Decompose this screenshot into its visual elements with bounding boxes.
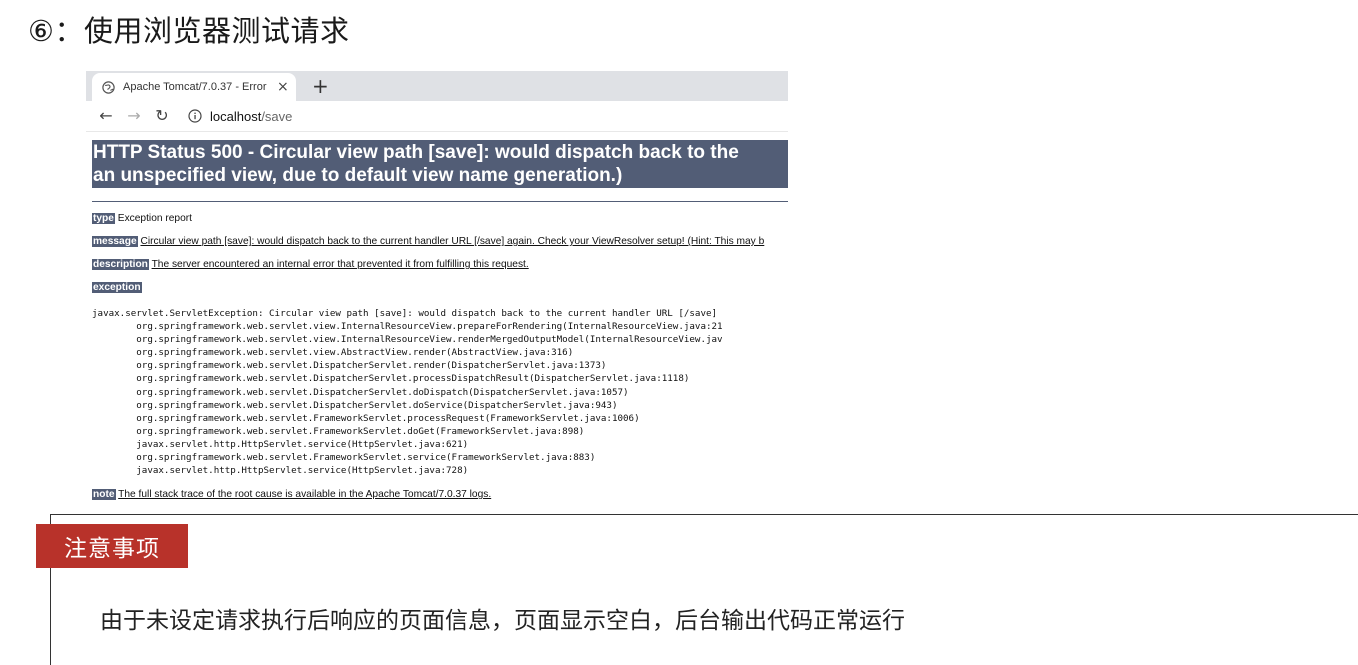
message-row: message Circular view path [save]: would… <box>92 235 788 249</box>
reload-icon[interactable]: ↻ <box>154 108 170 124</box>
error-heading-line2: an unspecified view, due to default view… <box>93 165 623 186</box>
note-row: note The full stack trace of the root ca… <box>92 488 788 502</box>
browser-tab[interactable]: Apache Tomcat/7.0.37 - Error × <box>92 73 296 101</box>
note-label: note <box>92 489 116 501</box>
error-heading-line1: HTTP Status 500 - Circular view path [sa… <box>93 142 739 163</box>
error-heading: HTTP Status 500 - Circular view path [sa… <box>92 140 788 188</box>
description-label: description <box>92 259 149 270</box>
notice-badge: 注意事项 <box>36 524 188 568</box>
description-row: description The server encountered an in… <box>92 258 788 272</box>
browser-window: Apache Tomcat/7.0.37 - Error × + ← → ↻ l… <box>86 71 788 511</box>
message-value: Circular view path [save]: would dispatc… <box>140 236 765 247</box>
type-value: Exception report <box>114 213 192 224</box>
close-tab-icon[interactable]: × <box>277 80 289 94</box>
description-value: The server encountered an internal error… <box>151 259 529 270</box>
navigation-bar: ← → ↻ localhost/save <box>86 101 788 132</box>
new-tab-button[interactable]: + <box>312 74 329 98</box>
site-info-icon[interactable] <box>188 109 202 123</box>
type-row: type Exception report <box>92 212 788 226</box>
tab-strip: Apache Tomcat/7.0.37 - Error × + <box>86 71 788 101</box>
exception-row: exception <box>92 281 788 295</box>
notice-text: 由于未设定请求执行后响应的页面信息，页面显示空白，后台输出代码正常运行 <box>100 608 905 634</box>
url-path: /save <box>261 108 293 124</box>
divider <box>92 201 788 202</box>
address-bar[interactable]: localhost/save <box>210 109 292 124</box>
type-label: type <box>92 213 115 224</box>
globe-icon <box>102 80 115 94</box>
url-host: localhost <box>210 108 262 124</box>
note-value: The full stack trace of the root cause i… <box>118 489 492 501</box>
notice-frame <box>50 514 1358 665</box>
slide-title: ⑥：使用浏览器测试请求 <box>28 14 350 48</box>
stack-trace: javax.servlet.ServletException: Circular… <box>92 308 723 477</box>
exception-label: exception <box>92 282 142 293</box>
message-label: message <box>92 236 138 247</box>
back-arrow-icon[interactable]: ← <box>98 108 114 124</box>
forward-arrow-icon[interactable]: → <box>126 108 142 124</box>
tab-title: Apache Tomcat/7.0.37 - Error <box>123 81 267 93</box>
tomcat-error-page: HTTP Status 500 - Circular view path [sa… <box>86 140 788 502</box>
